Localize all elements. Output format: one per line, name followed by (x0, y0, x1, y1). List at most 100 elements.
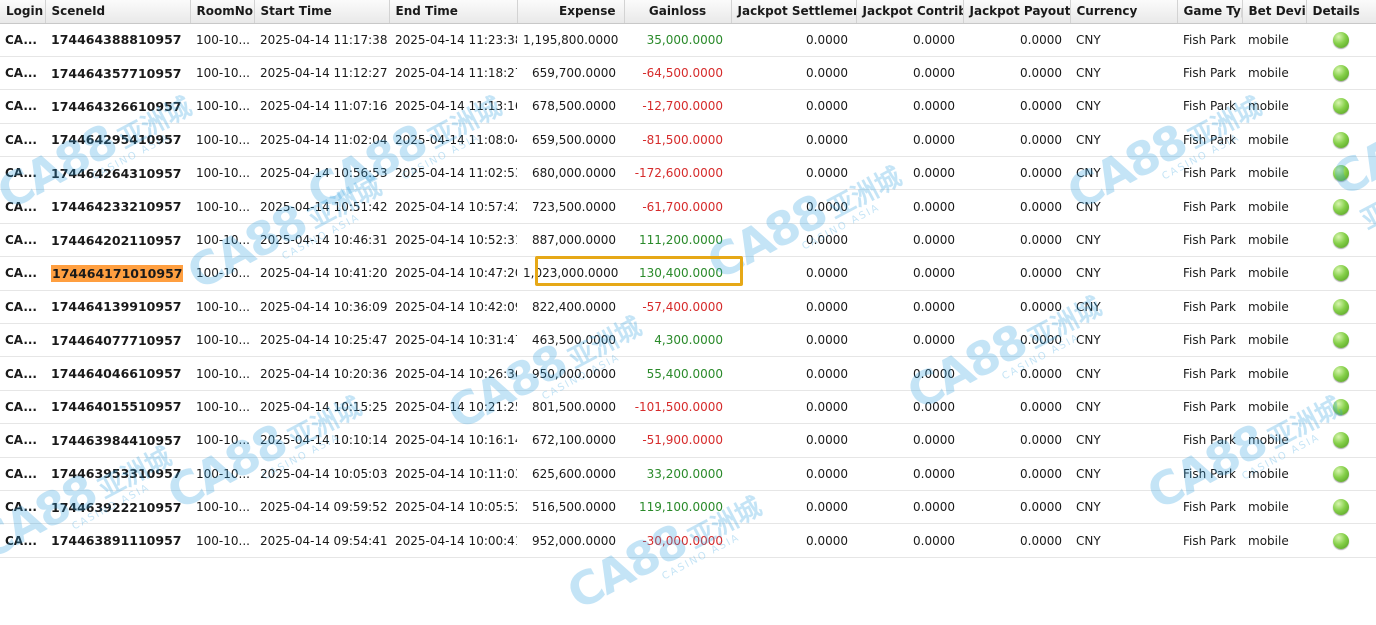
details-icon[interactable] (1333, 298, 1349, 315)
table-row[interactable]: CA... 174464015510957 100-10... 2025-04-14 … (0, 390, 1376, 425)
column-header-game-type[interactable]: Game Typ (1177, 0, 1243, 24)
column-header-expense[interactable]: Expense (517, 0, 625, 24)
cell-game-text: Fish Park (1183, 433, 1236, 448)
cell-scene[interactable]: 174464264310957 (45, 156, 190, 191)
cell-login: CA... (0, 89, 45, 124)
cell-room-text: 100-10... (196, 433, 250, 448)
cell-device: mobile (1242, 490, 1306, 525)
column-header-currency[interactable]: Currency (1070, 0, 1178, 24)
cell-jp-payout: 0.0000 (963, 23, 1070, 57)
cell-end-text: 2025-04-14 10:16:14 (395, 433, 517, 448)
cell-scene-text: 174464077710957 (51, 332, 182, 348)
details-icon[interactable] (1333, 65, 1349, 82)
details-icon[interactable] (1333, 265, 1349, 282)
cell-scene[interactable]: 174463984410957 (45, 423, 190, 458)
table-row[interactable]: CA... 174464295410957 100-10... 2025-04-14 … (0, 123, 1376, 158)
cell-login-text: CA... (5, 299, 37, 314)
cell-currency: CNY (1070, 457, 1177, 491)
cell-scene[interactable]: 174464357710957 (45, 56, 190, 91)
details-icon[interactable] (1333, 499, 1349, 516)
column-header-jackpot-settlement[interactable]: Jackpot Settlement (731, 0, 857, 24)
cell-login-text: CA... (5, 66, 37, 81)
cell-end: 2025-04-14 10:05:52 (389, 490, 517, 525)
column-header-gainloss[interactable]: Gainloss (624, 0, 732, 24)
cell-gainloss-text: 111,200.0000 (639, 233, 723, 248)
details-icon[interactable] (1333, 332, 1349, 349)
details-icon[interactable] (1333, 398, 1349, 415)
column-header-details[interactable]: Details (1306, 0, 1376, 24)
cell-currency-text: CNY (1076, 500, 1101, 515)
cell-scene[interactable]: 174464046610957 (45, 356, 190, 391)
details-icon[interactable] (1333, 31, 1349, 48)
column-header-scene-id[interactable]: SceneId (45, 0, 191, 24)
details-icon[interactable] (1333, 432, 1349, 449)
cell-scene[interactable]: 174464015510957 (45, 390, 190, 425)
cell-scene[interactable]: 174463922210957 (45, 490, 190, 525)
details-icon[interactable] (1333, 98, 1349, 115)
cell-device-text: mobile (1248, 199, 1289, 214)
cell-gainloss: 119,100.0000 (624, 490, 731, 525)
cell-details (1306, 89, 1376, 124)
cell-currency: CNY (1070, 256, 1177, 291)
table-row[interactable]: CA... 174464233210957 100-10... 2025-04-14 … (0, 189, 1376, 224)
cell-expense: 659,500.0000 (517, 123, 624, 158)
table-row[interactable]: CA... 174464202110957 100-10... 2025-04-14 … (0, 223, 1376, 258)
cell-login-text: CA... (5, 433, 37, 448)
details-icon[interactable] (1333, 465, 1349, 482)
cell-start-text: 2025-04-14 11:02:04 (260, 132, 388, 147)
column-header-start-time[interactable]: Start Time (254, 0, 390, 24)
cell-jp-settle: 0.0000 (731, 223, 856, 258)
cell-gainloss: -172,600.0000 (624, 156, 731, 191)
table-row[interactable]: CA... 174464357710957 100-10... 2025-04-14 … (0, 56, 1376, 91)
column-header-jackpot-payout[interactable]: Jackpot Payout (963, 0, 1071, 24)
cell-jp-contrib: 0.0000 (856, 457, 963, 491)
cell-scene[interactable]: 174464139910957 (45, 290, 190, 325)
cell-scene[interactable]: 174464295410957 (45, 123, 190, 158)
details-icon[interactable] (1333, 165, 1349, 182)
cell-device: mobile (1242, 256, 1306, 291)
table-row[interactable]: CA... 174464171010957 100-10... 2025-04-14 … (0, 256, 1376, 291)
cell-scene[interactable]: 174464202110957 (45, 223, 190, 258)
details-icon[interactable] (1333, 232, 1349, 249)
cell-currency: CNY (1070, 23, 1177, 57)
cell-end-text: 2025-04-14 11:02:53 (395, 166, 517, 181)
cell-scene[interactable]: 174463953310957 (45, 457, 190, 491)
cell-jp-contrib-text: 0.0000 (913, 333, 955, 348)
column-header-bet-device[interactable]: Bet Devic (1242, 0, 1307, 24)
column-header-room-no[interactable]: RoomNo... (190, 0, 255, 24)
cell-jp-payout-text: 0.0000 (1020, 99, 1062, 114)
table-row[interactable]: CA... 174464388810957 100-10... 2025-04-14 … (0, 23, 1376, 57)
table-row[interactable]: CA... 174464077710957 100-10... 2025-04-14 … (0, 323, 1376, 358)
table-row[interactable]: CA... 174463984410957 100-10... 2025-04-14 … (0, 423, 1376, 458)
details-icon[interactable] (1333, 532, 1349, 549)
cell-gainloss: -57,400.0000 (624, 290, 731, 325)
cell-scene[interactable]: 174464388810957 (45, 23, 190, 57)
cell-end: 2025-04-14 10:57:42 (389, 189, 517, 224)
cell-scene[interactable]: 174463891110957 (45, 523, 190, 558)
cell-device-text: mobile (1248, 500, 1289, 515)
table-row[interactable]: CA... 174464139910957 100-10... 2025-04-14 … (0, 290, 1376, 325)
cell-start: 2025-04-14 10:41:20 (254, 256, 389, 291)
cell-scene[interactable]: 174464233210957 (45, 189, 190, 224)
table-row[interactable]: CA... 174464326610957 100-10... 2025-04-14 … (0, 89, 1376, 124)
column-header-end-time[interactable]: End Time (389, 0, 518, 24)
cell-device-text: mobile (1248, 132, 1289, 147)
cell-scene[interactable]: 174464171010957 (45, 256, 190, 291)
column-header-jackpot-contribution[interactable]: Jackpot Contribu (856, 0, 964, 24)
details-icon[interactable] (1333, 365, 1349, 382)
column-header-login[interactable]: Login (0, 0, 46, 24)
cell-start: 2025-04-14 10:05:03 (254, 457, 389, 491)
cell-scene[interactable]: 174464326610957 (45, 89, 190, 124)
table-row[interactable]: CA... 174463922210957 100-10... 2025-04-14 … (0, 490, 1376, 525)
cell-jp-payout: 0.0000 (963, 457, 1070, 491)
details-icon[interactable] (1333, 131, 1349, 148)
details-icon[interactable] (1333, 198, 1349, 215)
cell-scene[interactable]: 174464077710957 (45, 323, 190, 358)
table-row[interactable]: CA... 174464046610957 100-10... 2025-04-14 … (0, 356, 1376, 391)
table-row[interactable]: CA... 174463891110957 100-10... 2025-04-14 … (0, 523, 1376, 558)
cell-start-text: 2025-04-14 11:07:16 (260, 99, 388, 114)
table-row[interactable]: CA... 174464264310957 100-10... 2025-04-14 … (0, 156, 1376, 191)
cell-game-text: Fish Park (1183, 533, 1236, 548)
cell-device-text: mobile (1248, 366, 1289, 381)
table-row[interactable]: CA... 174463953310957 100-10... 2025-04-14 … (0, 457, 1376, 491)
